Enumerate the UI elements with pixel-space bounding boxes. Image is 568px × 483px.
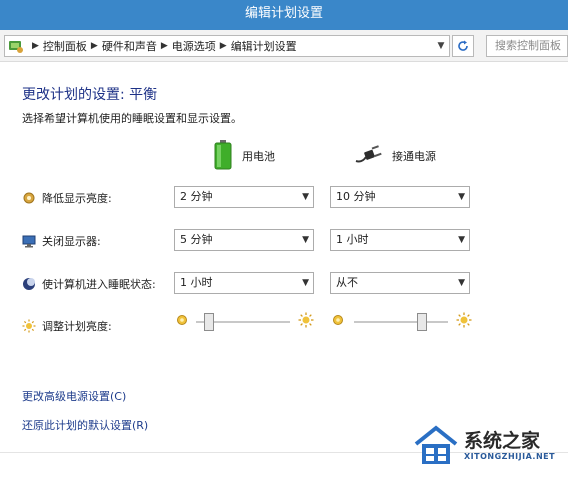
column-header-battery: 用电池 [214,139,275,173]
sleep-plugged-select[interactable]: 从不 ▼ [330,272,470,294]
column-header-plugged: 接通电源 [354,140,436,172]
brightness-battery-slider[interactable] [196,312,290,332]
sleep-moon-icon [22,277,36,291]
row-label-brightness: 调整计划亮度: [42,320,112,333]
row-dim-display: 降低显示亮度: [22,190,112,206]
dim-display-battery-value: 2 分钟 [180,190,213,203]
turn-off-display-battery-value: 5 分钟 [180,233,213,246]
page-subtitle: 选择希望计算机使用的睡眠设置和显示设置。 [22,112,242,125]
turn-off-display-plugged-select[interactable]: 1 小时 ▼ [330,229,470,251]
address-row: ▶ 控制面板 ▶ 硬件和声音 ▶ 电源选项 ▶ 编辑计划设置 ▼ 搜索控制面板 [0,30,568,62]
sleep-battery-select[interactable]: 1 小时 ▼ [174,272,314,294]
house-logo-icon [414,425,458,464]
address-dropdown-icon[interactable]: ▼ [433,36,449,56]
chevron-down-icon: ▼ [302,235,309,245]
brightness-sun-icon [22,319,36,333]
slider-track [354,321,448,323]
dim-display-plugged-value: 10 分钟 [336,190,376,203]
row-brightness: 调整计划亮度: [22,318,112,334]
refresh-button[interactable] [452,35,474,57]
brightness-low-icon [332,314,344,329]
dim-display-icon [22,191,36,205]
brightness-high-icon [456,312,472,331]
turn-off-display-battery-select[interactable]: 5 分钟 ▼ [174,229,314,251]
chevron-down-icon: ▼ [302,192,309,202]
dim-display-battery-select[interactable]: 2 分钟 ▼ [174,186,314,208]
address-bar[interactable]: ▶ 控制面板 ▶ 硬件和声音 ▶ 电源选项 ▶ 编辑计划设置 ▼ [4,35,450,57]
advanced-power-settings-link[interactable]: 更改高级电源设置(C) [22,388,126,404]
control-panel-icon [8,38,24,54]
search-input[interactable]: 搜索控制面板 [486,35,568,57]
sleep-plugged-value: 从不 [336,276,358,289]
sleep-battery-value: 1 小时 [180,276,213,289]
brightness-plugged-slider[interactable] [354,312,448,332]
monitor-icon [22,234,36,248]
breadcrumb-control-panel[interactable]: 控制面板 [43,38,87,54]
breadcrumb-separator: ▶ [160,41,168,51]
breadcrumb-power-options[interactable]: 电源选项 [172,38,216,54]
window-title: 编辑计划设置 [244,6,323,21]
power-plug-icon [354,144,384,168]
row-label-dim-display: 降低显示亮度: [42,192,112,205]
page-title: 更改计划的设置: 平衡 [22,87,158,103]
row-turn-off-display: 关闭显示器: [22,233,101,249]
row-sleep: 使计算机进入睡眠状态: [22,276,156,292]
dim-display-plugged-select[interactable]: 10 分钟 ▼ [330,186,470,208]
watermark-title: 系统之家 [464,430,541,452]
row-label-turn-off-display: 关闭显示器: [42,235,101,248]
column-label-plugged: 接通电源 [392,150,436,163]
chevron-down-icon: ▼ [458,278,465,288]
breadcrumb-edit-plan[interactable]: 编辑计划设置 [231,38,297,54]
row-label-sleep: 使计算机进入睡眠状态: [42,278,156,291]
battery-icon [214,139,232,173]
chevron-down-icon: ▼ [458,235,465,245]
slider-thumb[interactable] [204,313,214,331]
watermark-logo: 系统之家 XITONGZHIJIA.NET [412,418,568,470]
turn-off-display-plugged-value: 1 小时 [336,233,369,246]
window-titlebar: 编辑计划设置 [0,0,568,30]
watermark-url: XITONGZHIJIA.NET [464,452,556,461]
restore-defaults-link[interactable]: 还原此计划的默认设置(R) [22,417,148,433]
breadcrumb-separator: ▶ [90,41,98,51]
chevron-down-icon: ▼ [302,278,309,288]
refresh-icon [458,40,468,51]
brightness-low-icon [176,314,188,329]
breadcrumb-hardware-sound[interactable]: 硬件和声音 [102,38,157,54]
breadcrumb-separator: ▶ [32,41,39,51]
column-label-battery: 用电池 [242,150,275,163]
chevron-down-icon: ▼ [458,192,465,202]
brightness-high-icon [298,312,314,331]
breadcrumb-separator: ▶ [219,41,227,51]
slider-thumb[interactable] [417,313,427,331]
